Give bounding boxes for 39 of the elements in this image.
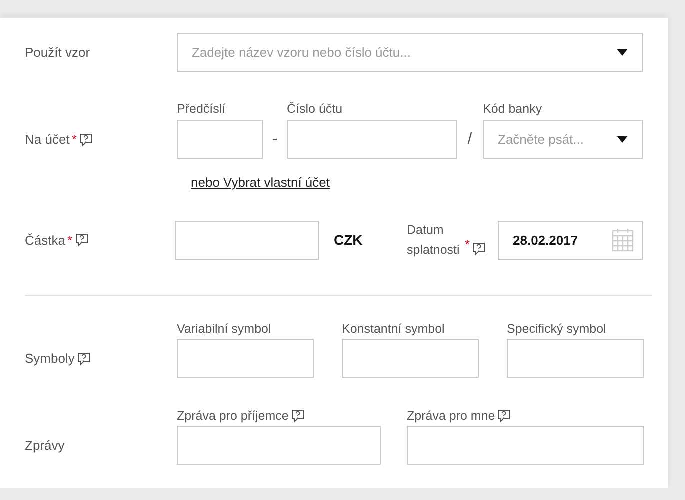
required-mark: * <box>465 236 470 254</box>
currency-label: CZK <box>334 232 364 248</box>
due-date-field[interactable]: 28.02.2017 <box>498 220 643 260</box>
caret-icon <box>617 136 628 143</box>
field-label: Číslo účtu <box>287 102 344 116</box>
separator: - <box>271 130 279 150</box>
help-icon[interactable] <box>497 409 512 423</box>
field-label: Symboly <box>25 351 75 366</box>
field-label: Specifický symbol <box>507 322 606 336</box>
help-icon[interactable] <box>78 132 93 146</box>
help-icon[interactable] <box>290 409 305 423</box>
own-account-link[interactable]: nebo Vybrat vlastní účet <box>191 175 330 190</box>
help-icon[interactable] <box>74 233 89 247</box>
field-label: Kód banky <box>483 102 544 116</box>
required-mark: * <box>72 132 77 147</box>
field-label: Datum splatnosti <box>407 222 461 259</box>
field-label: Variabilní symbol <box>177 322 272 336</box>
field-label: Použít vzor <box>25 45 90 60</box>
field-label: Konstantní symbol <box>342 322 445 336</box>
separator: / <box>466 130 474 150</box>
help-icon[interactable] <box>472 242 486 256</box>
field-label: Zpráva pro mne <box>407 409 496 423</box>
account-number-input[interactable] <box>287 120 457 159</box>
field-label: Zpráva pro příjemce <box>177 409 289 423</box>
field-label: Na účet <box>25 132 70 147</box>
help-icon[interactable] <box>76 352 91 366</box>
symbol-input[interactable] <box>507 339 644 378</box>
prefix-input[interactable] <box>177 120 263 159</box>
symbol-input[interactable] <box>342 339 479 378</box>
required-mark: * <box>67 232 73 248</box>
field-label: Částka <box>25 232 66 248</box>
caret-icon <box>617 49 628 56</box>
message-input[interactable] <box>177 426 381 465</box>
symbol-input[interactable] <box>177 339 314 378</box>
message-input[interactable] <box>407 426 644 465</box>
field-label: Předčíslí <box>177 102 227 116</box>
amount-input[interactable] <box>175 220 319 260</box>
field-label: Zprávy <box>25 438 65 453</box>
calendar-icon[interactable] <box>612 228 634 252</box>
